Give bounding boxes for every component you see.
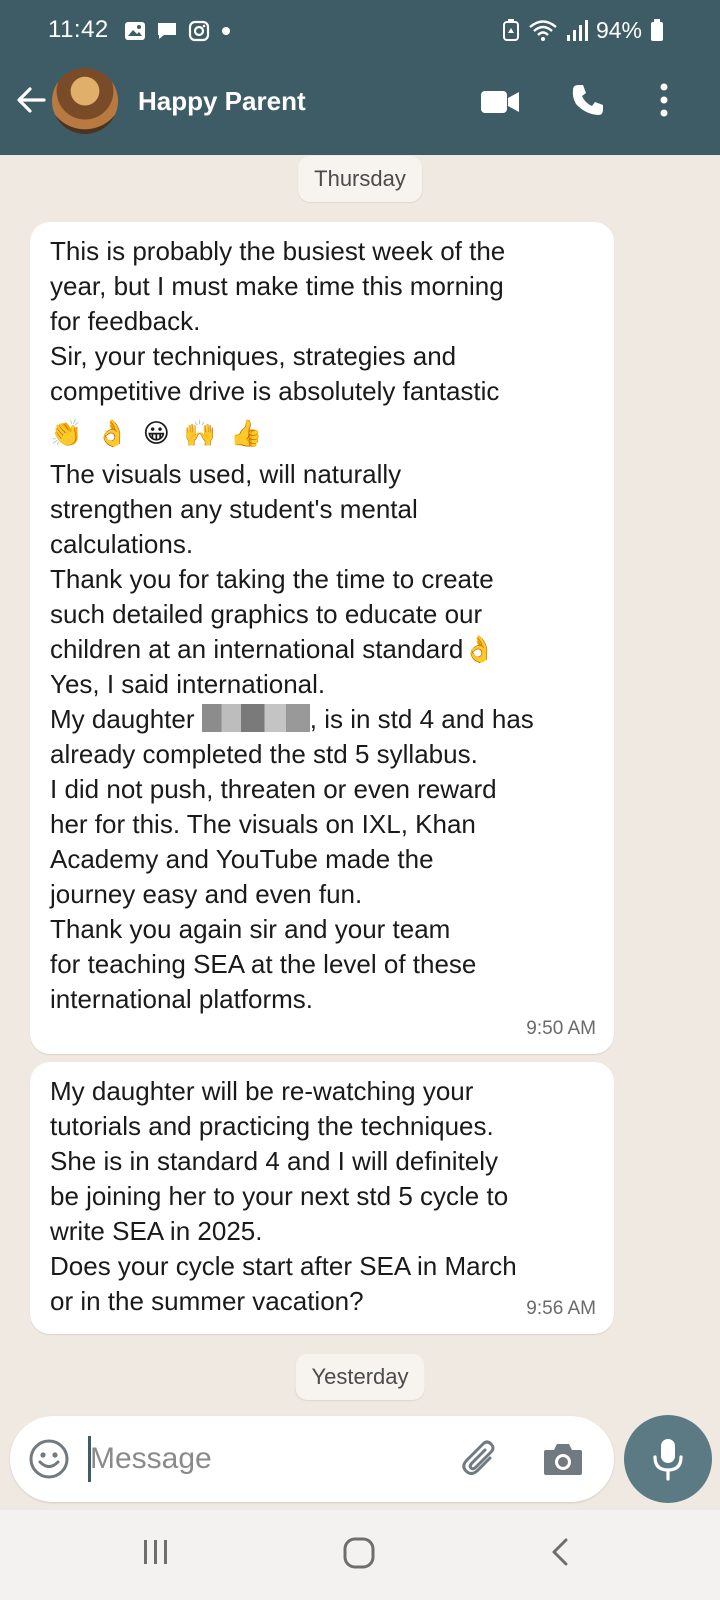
message-line: journey easy and even fun.	[50, 879, 363, 909]
message-line: be joining her to your next std 5 cycle …	[50, 1181, 509, 1211]
mic-button[interactable]	[624, 1415, 712, 1503]
signal-icon	[566, 20, 588, 41]
instagram-icon	[188, 20, 210, 42]
message-input[interactable]	[90, 1436, 450, 1482]
message-line: such detailed graphics to educate our	[50, 599, 483, 629]
message-line: or in the summer vacation?	[50, 1286, 364, 1316]
message-line: Does your cycle start after SEA in March	[50, 1251, 517, 1281]
system-navigation-bar	[0, 1510, 720, 1600]
system-icons: 94%	[502, 16, 664, 44]
message-line: The visuals used, will naturally	[50, 459, 402, 489]
message-line: her for this. The visuals on IXL, Khan	[50, 809, 476, 839]
back-arrow-icon[interactable]	[14, 83, 48, 117]
message-line: tutorials and practicing the techniques.	[50, 1111, 494, 1141]
avatar[interactable]	[52, 68, 118, 134]
message-time: 9:50 AM	[526, 1018, 596, 1039]
battery-saver-icon	[502, 19, 519, 41]
wifi-icon	[529, 20, 557, 41]
contact-name[interactable]: Happy Parent	[138, 86, 306, 117]
status-bar: 11:42 94%	[0, 0, 720, 60]
back-icon[interactable]	[548, 1536, 572, 1568]
message-line: This is probably the busiest week of the	[50, 236, 506, 266]
raised-hands-emoji: 🙌	[183, 417, 217, 448]
message-line: Thank you again sir and your team	[50, 914, 451, 944]
video-call-icon[interactable]	[480, 88, 520, 116]
message-line: already completed the std 5 syllabus.	[50, 739, 478, 769]
message-text: children at an international standard	[50, 634, 464, 664]
message-line: She is in standard 4 and I will definite…	[50, 1146, 499, 1176]
message-line: children at an international standard👌	[50, 632, 594, 667]
battery-percent: 94%	[595, 16, 642, 43]
message-line: Academy and YouTube made the	[50, 844, 434, 874]
message-bubble[interactable]: This is probably the busiest week of the…	[30, 222, 614, 1054]
message-line: for feedback.	[50, 306, 201, 336]
date-chip-thursday: Thursday	[298, 156, 422, 202]
status-time: 11:42	[48, 16, 109, 43]
message-line: My daughter , is in std 4 and has	[50, 702, 594, 737]
emoji-row: 👏 👌 😀 🙌 👍	[50, 409, 594, 457]
message-bubble[interactable]: My daughter will be re-watching your tut…	[30, 1062, 614, 1334]
mic-icon	[653, 1439, 683, 1481]
ok-hand-emoji: 👌	[96, 417, 129, 448]
grinning-emoji: 😀	[142, 417, 170, 448]
message-line: I did not push, threaten or even reward	[50, 774, 497, 804]
message-line: calculations.	[50, 529, 194, 559]
camera-icon[interactable]	[542, 1440, 584, 1478]
phone-icon[interactable]	[570, 82, 606, 118]
message-line: year, but I must make time this morning	[50, 271, 504, 301]
message-icon	[158, 23, 176, 39]
more-icon[interactable]	[658, 82, 670, 118]
attach-icon[interactable]	[460, 1438, 502, 1480]
message-text: My daughter	[50, 704, 195, 734]
message-line: Sir, your techniques, strategies and	[50, 341, 457, 371]
battery-icon	[651, 19, 663, 41]
message-line: for teaching SEA at the level of these	[50, 949, 477, 979]
gallery-icon	[125, 22, 145, 40]
message-line: My daughter will be re-watching your	[50, 1076, 474, 1106]
notification-icons	[124, 19, 232, 43]
date-chip-yesterday: Yesterday	[295, 1354, 425, 1400]
message-line: Thank you for taking the time to create	[50, 564, 494, 594]
top-bar: 11:42 94% Happy Parent	[0, 0, 720, 155]
message-line: international platforms.	[50, 984, 314, 1014]
recents-icon[interactable]	[140, 1536, 172, 1568]
chat-header: Happy Parent	[0, 60, 720, 155]
message-time: 9:56 AM	[526, 1298, 596, 1319]
message-text: , is in std 4 and has	[309, 704, 534, 734]
message-line: competitive drive is absolutely fantasti…	[50, 376, 500, 406]
thumbs-up-emoji: 👍	[230, 417, 263, 448]
message-line: strengthen any student's mental	[50, 494, 418, 524]
redacted-name	[201, 704, 310, 732]
message-line: Yes, I said international.	[50, 669, 326, 699]
message-line: write SEA in 2025.	[50, 1216, 263, 1246]
message-composer	[10, 1416, 614, 1502]
home-icon[interactable]	[342, 1536, 376, 1570]
clapping-emoji: 👏	[50, 417, 83, 448]
ok-hand-emoji: 👌	[463, 634, 496, 664]
emoji-icon[interactable]	[28, 1438, 70, 1480]
dot-icon	[222, 27, 230, 35]
